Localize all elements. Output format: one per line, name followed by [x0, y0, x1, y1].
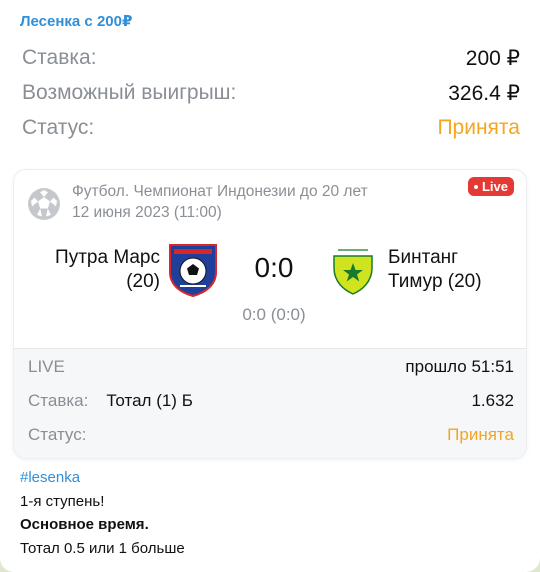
bet-label: Ставка: — [28, 391, 89, 410]
message-line3: Тотал 0.5 или 1 больше — [20, 539, 185, 557]
live-badge: Live — [467, 177, 514, 196]
message-line1: 1-я ступень! — [20, 492, 105, 510]
elapsed-time: прошло 51:51 — [405, 357, 514, 376]
away-team-line2: Тимур (20) — [388, 271, 482, 292]
match-score: 0:0 — [254, 252, 294, 283]
bet-status-label: Статус: — [28, 425, 87, 444]
stake-row: Ставка: 200 ₽ — [22, 43, 520, 73]
status-value: Принята — [437, 116, 520, 139]
possible-win-row: Возможный выигрыш: 326.4 ₽ — [22, 78, 520, 108]
match-date: 12 июня 2023 (11:00) — [72, 204, 222, 221]
live-row: LIVE прошло 51:51 — [28, 354, 514, 380]
bet-status-value: Принята — [447, 425, 514, 444]
home-team-logo — [166, 242, 220, 298]
possible-win-label: Возможный выигрыш: — [22, 81, 237, 104]
message-line2: Основное время. — [20, 516, 149, 533]
away-team-line1: Бинтанг — [388, 247, 459, 268]
half-score: 0:0 (0:0) — [242, 305, 306, 324]
league-info: Футбол. Чемпионат Индонезии до 20 лет 12… — [72, 181, 456, 223]
home-team-line2: (20) — [126, 271, 160, 292]
stake-value: 200 ₽ — [465, 46, 520, 70]
match-section: Футбол. Чемпионат Индонезии до 20 лет 12… — [14, 170, 526, 348]
status-label: Статус: — [22, 116, 95, 139]
home-team-name: Путра Марс (20) — [40, 246, 160, 294]
bet-row: Ставка: Тотал (1) Б 1.632 — [28, 388, 514, 414]
live-dot-icon — [473, 184, 478, 189]
bet-details: LIVE прошло 51:51 Ставка: Тотал (1) Б 1.… — [14, 348, 526, 458]
bet-card[interactable]: Футбол. Чемпионат Индонезии до 20 лет 12… — [14, 170, 526, 458]
bet-name: Тотал (1) Б — [106, 391, 193, 410]
away-team-logo — [330, 246, 376, 296]
possible-win-value: 326.4 ₽ — [448, 81, 520, 105]
football-icon — [28, 188, 60, 220]
league-name: Футбол. Чемпионат Индонезии до 20 лет — [72, 183, 368, 200]
away-team-name: Бинтанг Тимур (20) — [388, 246, 518, 294]
hashtag-link[interactable]: #lesenka — [20, 466, 520, 490]
message-text: #lesenka 1-я ступень! Основное время. То… — [20, 466, 520, 560]
live-badge-label: Live — [481, 179, 508, 194]
odds-value: 1.632 — [471, 391, 514, 410]
message-bubble: Лесенка с 200₽ Ставка: 200 ₽ Возможный в… — [0, 0, 540, 572]
status-row: Статус: Принята — [22, 113, 520, 143]
stake-label: Ставка: — [22, 46, 97, 69]
bet-status-row: Статус: Принята — [28, 422, 514, 448]
channel-name[interactable]: Лесенка с 200₽ — [20, 12, 132, 30]
home-team-line1: Путра Марс — [55, 247, 160, 268]
period-label: LIVE — [28, 357, 65, 376]
